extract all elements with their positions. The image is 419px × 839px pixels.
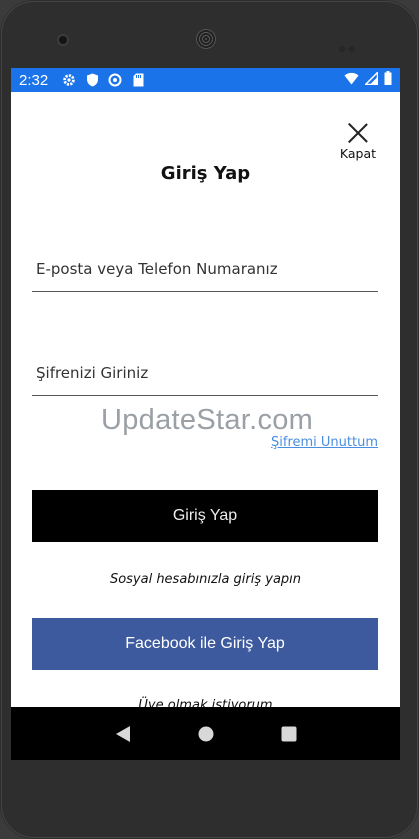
home-icon[interactable] [194, 722, 218, 746]
facebook-login-button[interactable]: Facebook ile Giriş Yap [32, 618, 378, 670]
back-icon[interactable] [111, 722, 135, 746]
close-label: Kapat [339, 146, 377, 161]
close-icon [347, 122, 369, 144]
status-time: 2:32 [19, 71, 49, 89]
login-button[interactable]: Giriş Yap [32, 490, 378, 542]
wifi-icon [344, 72, 359, 89]
app-screen: 2:32 Kapat Giriş Yap E-posta veya Telefo… [11, 68, 400, 760]
shield-icon [85, 73, 99, 87]
sync-icon [108, 73, 122, 87]
password-field[interactable] [32, 350, 378, 396]
front-camera [57, 34, 69, 46]
status-bar: 2:32 [11, 68, 400, 92]
page-title: Giriş Yap [160, 163, 251, 184]
phone-frame: 2:32 Kapat Giriş Yap E-posta veya Telefo… [0, 0, 419, 839]
password-input[interactable] [32, 350, 378, 396]
signal-icon [363, 70, 379, 89]
status-right-group [344, 70, 392, 89]
email-input[interactable] [32, 246, 378, 292]
recents-icon[interactable] [277, 722, 301, 746]
email-field[interactable] [32, 246, 378, 292]
settings-icon [62, 73, 76, 87]
earpiece-speaker [196, 29, 216, 49]
sdcard-icon [131, 73, 145, 87]
close-button[interactable]: Kapat [336, 122, 380, 161]
proximity-sensors [339, 37, 363, 52]
social-login-prompt: Sosyal hesabınızla giriş yapın [109, 572, 302, 587]
forgot-password-link[interactable]: Şifremi Unuttum [271, 435, 378, 450]
watermark: UpdateStar.com [101, 404, 314, 436]
battery-icon [384, 71, 392, 89]
navigation-bar [11, 707, 400, 760]
